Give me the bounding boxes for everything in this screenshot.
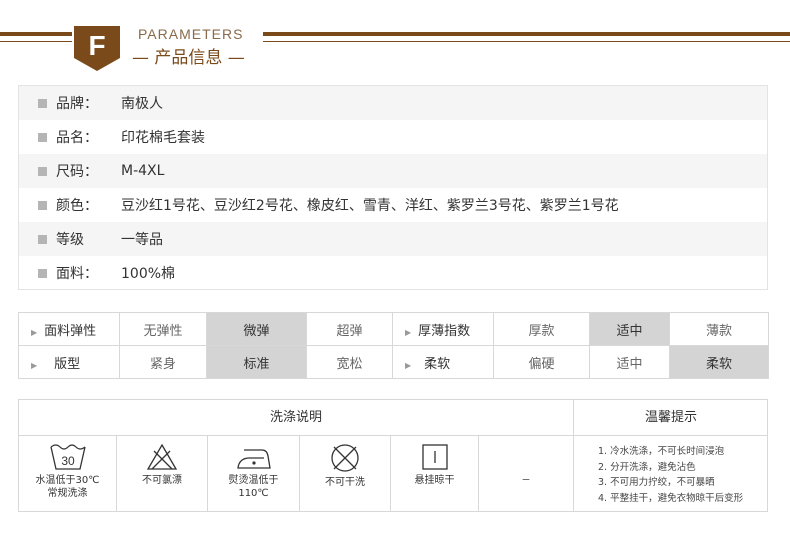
- attr-label-thickness: ▶ 厚薄指数: [392, 312, 494, 346]
- empty-dash: _: [522, 466, 530, 481]
- attr-label-text: 厚薄指数: [418, 323, 471, 339]
- care-item-hang-dry: 悬挂晾干: [391, 436, 479, 512]
- svg-text:30: 30: [61, 454, 75, 468]
- info-row-brand: 品牌： 南极人: [19, 86, 767, 120]
- header-rule-right: [263, 32, 790, 36]
- attr-option: 超弹: [306, 312, 393, 346]
- care-text: 不可氯漂: [142, 475, 182, 486]
- info-row-grade: 等级 一等品: [19, 222, 767, 256]
- care-item-iron: 熨烫温低于 110℃: [208, 436, 300, 512]
- header-rule-left: [0, 32, 72, 36]
- attribute-table: ▶ 面料弹性 无弹性 微弹 超弹 ▶ 厚薄指数 厚款 适中 薄款 ▶ 版型 紧身 标准…: [18, 312, 769, 379]
- attr-option-selected: 标准: [206, 345, 307, 379]
- care-text: 常规洗涤: [47, 488, 88, 499]
- info-label: 品名：: [56, 130, 98, 146]
- care-text: 熨烫温低于: [228, 475, 279, 486]
- care-title: 洗涤说明: [19, 400, 573, 436]
- info-value: 一等品: [121, 232, 163, 248]
- attr-option: 紧身: [119, 345, 207, 379]
- triangle-right-icon: ▶: [31, 360, 38, 370]
- attr-option-selected: 微弹: [206, 312, 307, 346]
- attr-option: 厚款: [493, 312, 590, 346]
- square-bullet-icon: [38, 98, 47, 108]
- info-label: 面料：: [56, 266, 98, 282]
- wash-30-icon: 30: [49, 444, 86, 470]
- attr-option: 薄款: [669, 312, 769, 346]
- attribute-row: ▶ 版型 紧身 标准 宽松 ▶ 柔软 偏硬 适中 柔软: [18, 345, 769, 379]
- tips-list: 1. 冷水洗涤，不可长时间浸泡 2. 分开洗涤，避免沾色 3. 不可用力拧绞，不…: [573, 436, 768, 512]
- no-bleach-icon: [146, 443, 178, 470]
- info-row-size: 尺码： M-4XL: [19, 154, 767, 188]
- header-rule-left-thin: [0, 41, 72, 42]
- info-row-color: 颜色： 豆沙红1号花、豆沙红2号花、橡皮红、雪青、洋红、紫罗兰3号花、紫罗兰1号…: [19, 188, 767, 222]
- attr-label-fit: ▶ 版型: [18, 345, 120, 379]
- hang-dry-icon: [421, 444, 448, 470]
- attr-label-softness: ▶ 柔软: [392, 345, 494, 379]
- care-item-empty: _: [479, 436, 573, 512]
- tips-title: 温馨提示: [573, 400, 768, 436]
- care-text: 110℃: [238, 488, 269, 499]
- parameters-header: F PARAMETERS — 产品信息 —: [0, 0, 790, 80]
- triangle-right-icon: ▶: [31, 327, 38, 337]
- info-label: 尺码：: [56, 164, 98, 180]
- tip-item: 4. 平整挂干，避免衣物晾干后变形: [598, 492, 744, 504]
- square-bullet-icon: [38, 166, 47, 176]
- info-value: 印花棉毛套装: [121, 130, 205, 146]
- care-text: 水温低于30℃: [35, 475, 100, 486]
- section-title-en: PARAMETERS: [138, 26, 244, 42]
- tip-item: 1. 冷水洗涤，不可长时间浸泡: [598, 446, 725, 457]
- info-value: M-4XL: [121, 163, 165, 179]
- square-bullet-icon: [38, 200, 47, 210]
- square-bullet-icon: [38, 268, 47, 278]
- product-info-list: 品牌： 南极人 品名： 印花棉毛套装 尺码： M-4XL 颜色： 豆沙红1号花、…: [18, 85, 768, 290]
- info-value: 100%棉: [121, 266, 176, 282]
- square-bullet-icon: [38, 234, 47, 244]
- triangle-right-icon: ▶: [405, 327, 412, 337]
- attr-option: 宽松: [306, 345, 393, 379]
- square-bullet-icon: [38, 132, 47, 142]
- attr-option: 无弹性: [119, 312, 207, 346]
- no-dry-clean-icon: [331, 444, 359, 472]
- info-row-fabric: 面料： 100%棉: [19, 256, 767, 290]
- section-title-cn: — 产品信息 —: [132, 48, 245, 68]
- info-label: 颜色：: [56, 198, 98, 214]
- info-value: 南极人: [121, 96, 163, 112]
- attr-label-text: 面料弹性: [44, 323, 97, 339]
- attribute-row: ▶ 面料弹性 无弹性 微弹 超弹 ▶ 厚薄指数 厚款 适中 薄款: [18, 312, 769, 346]
- header-rule-right-thin: [263, 41, 790, 42]
- care-text: 悬挂晾干: [414, 475, 455, 486]
- info-value: 豆沙红1号花、豆沙红2号花、橡皮红、雪青、洋红、紫罗兰3号花、紫罗兰1号花: [121, 198, 619, 214]
- iron-110-icon: [236, 449, 271, 469]
- attr-option: 偏硬: [493, 345, 590, 379]
- attr-label-text: 版型: [54, 356, 81, 372]
- attr-option: 适中: [589, 345, 670, 379]
- care-text: 不可干洗: [325, 477, 365, 488]
- attr-option-selected: 柔软: [669, 345, 769, 379]
- badge-letter: F: [88, 30, 106, 61]
- care-instructions: 洗涤说明 温馨提示 30 水温低于30℃ 常规洗涤 不可氯漂 熨烫温低于 110…: [18, 399, 768, 512]
- triangle-right-icon: ▶: [405, 360, 412, 370]
- tip-item: 3. 不可用力拧绞，不可暴晒: [598, 477, 715, 488]
- tip-item: 2. 分开洗涤，避免沾色: [598, 461, 696, 473]
- care-item-no-dry-clean: 不可干洗: [300, 436, 391, 512]
- info-label: 品牌：: [56, 96, 98, 112]
- attr-option-selected: 适中: [589, 312, 670, 346]
- attr-label-elasticity: ▶ 面料弹性: [18, 312, 120, 346]
- care-item-no-bleach: 不可氯漂: [117, 436, 208, 512]
- attr-label-text: 柔软: [424, 356, 451, 372]
- info-label: 等级: [56, 232, 84, 248]
- info-row-product-name: 品名： 印花棉毛套装: [19, 120, 767, 154]
- care-item-wash: 30 水温低于30℃ 常规洗涤: [19, 436, 117, 512]
